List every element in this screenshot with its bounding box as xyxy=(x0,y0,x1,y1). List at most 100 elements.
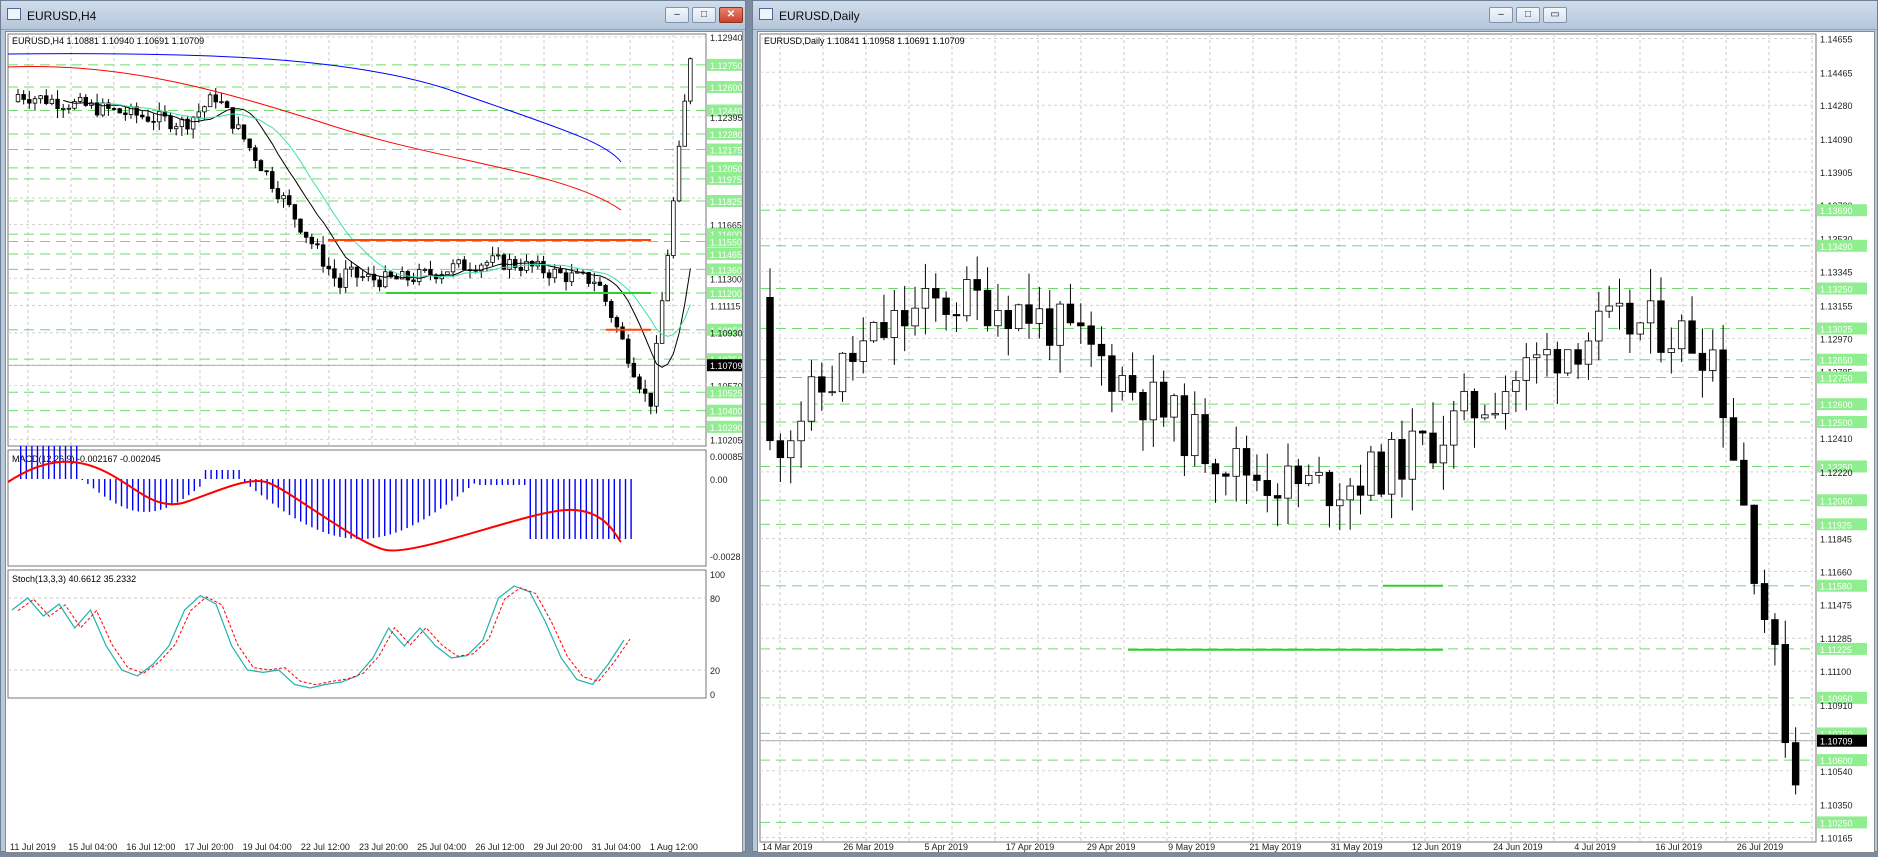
time-tick-label: 26 Jul 12:00 xyxy=(475,842,524,852)
close-button[interactable]: ✕ xyxy=(719,7,743,23)
time-tick-label: 21 May 2019 xyxy=(1249,842,1301,852)
candle-body xyxy=(569,272,574,283)
h4-chart-area[interactable]: 1.12940 1.12750 1.12600 1.12440 1.12395 1.122… xyxy=(5,31,757,853)
candle-body xyxy=(932,288,940,299)
price-tick-label: 1.12750 xyxy=(710,61,742,71)
candle-body xyxy=(787,440,795,459)
stochastic-tick-label: 80 xyxy=(710,594,720,604)
candle-body xyxy=(1677,320,1686,350)
time-tick-label: 9 May 2019 xyxy=(1168,842,1215,852)
minimize-button[interactable]: – xyxy=(1489,7,1513,23)
price-tick-label: 1.10290 xyxy=(710,423,742,433)
macd-histogram-bar xyxy=(395,479,397,533)
stochastic-pane xyxy=(7,569,707,699)
chart-window-icon xyxy=(759,8,773,20)
macd-histogram-bar xyxy=(132,479,134,511)
macd-histogram-bar xyxy=(328,479,330,534)
candle-body xyxy=(1750,504,1758,584)
daily-chart-svg[interactable]: 1.146551.144651.142801.140901.139051.137… xyxy=(758,32,1874,852)
candle-body xyxy=(292,204,298,220)
macd-histogram-bar xyxy=(367,479,369,539)
macd-histogram-bar xyxy=(48,446,50,479)
candle-body xyxy=(869,322,878,342)
macd-histogram-bar xyxy=(154,479,156,512)
current-price-label: 1.10709 xyxy=(710,361,742,371)
price-tick-label: 1.12220 xyxy=(1820,468,1853,478)
time-tick-label: 16 Jul 12:00 xyxy=(126,842,175,852)
stochastic-tick-label: 0 xyxy=(710,690,715,700)
candle-body xyxy=(354,266,360,278)
price-tick-label: 1.10400 xyxy=(710,407,742,417)
candle-body xyxy=(270,171,275,189)
candle-body xyxy=(213,94,218,103)
macd-histogram-bar xyxy=(109,479,111,501)
price-tick-label: 1.11115 xyxy=(710,301,741,311)
restore-button[interactable]: ▭ xyxy=(1543,7,1567,23)
candle-body xyxy=(1605,305,1613,312)
price-tick-label: 1.12395 xyxy=(710,113,742,123)
candle-body xyxy=(60,107,66,110)
candle-body xyxy=(1532,354,1541,359)
window-title: EURUSD,H4 xyxy=(27,9,97,23)
price-tick-label: 1.11465 xyxy=(710,250,742,260)
time-tick-label: 24 Jun 2019 xyxy=(1493,842,1543,852)
candle-body xyxy=(849,352,857,362)
price-tick-label: 1.11975 xyxy=(710,175,742,185)
daily-chart-window[interactable]: EURUSD,Daily – □ ▭ 1.14655 1.14465 1.14280… xyxy=(752,0,1878,853)
macd-histogram-bar xyxy=(384,479,386,536)
candle-body xyxy=(55,98,60,109)
candle-body xyxy=(994,309,1002,327)
macd-histogram-bar xyxy=(602,479,604,539)
candle-body xyxy=(360,276,365,278)
macd-histogram-bar xyxy=(115,479,117,504)
macd-histogram-bar xyxy=(507,479,509,485)
candle-body xyxy=(609,301,614,318)
price-tick-label: 1.12850 xyxy=(1820,356,1853,366)
h4-chart-svg[interactable]: 1.129401.127501.126001.124401.123951.122… xyxy=(6,32,757,852)
macd-histogram-bar xyxy=(552,479,554,539)
candle-body xyxy=(659,300,665,344)
macd-histogram-bar xyxy=(148,479,151,512)
candle-body xyxy=(1398,439,1406,480)
time-tick-label: 4 Jul 2019 xyxy=(1574,842,1616,852)
candle-body xyxy=(1253,474,1261,481)
candle-body xyxy=(224,101,230,108)
candle-body xyxy=(688,58,693,102)
time-tick-label: 31 Jul 04:00 xyxy=(592,842,641,852)
macd-histogram-bar xyxy=(193,479,195,492)
candle-body xyxy=(838,352,847,393)
macd-histogram-bar xyxy=(249,479,251,487)
price-tick-label: 1.11550 xyxy=(710,237,742,247)
candle-body xyxy=(1408,430,1417,480)
window-titlebar[interactable]: EURUSD,Daily – □ ▭ xyxy=(753,1,1877,30)
candle-body xyxy=(219,101,224,104)
price-tick-label: 1.12280 xyxy=(710,130,742,140)
candle-body xyxy=(27,99,32,104)
maximize-button[interactable]: □ xyxy=(1516,7,1540,23)
candle-body xyxy=(1418,430,1427,434)
candle-body xyxy=(38,95,43,100)
candle-body xyxy=(207,94,213,108)
h4-chart-window[interactable]: EURUSD,H4 – □ ✕ 1.12940 1.12750 1.12600 1.1… xyxy=(0,0,757,853)
stochastic-tick-label: 100 xyxy=(710,570,725,580)
macd-histogram-bar xyxy=(378,479,380,538)
price-tick-label: 1.12940 xyxy=(710,33,742,43)
candle-body xyxy=(952,314,961,317)
candle-body xyxy=(377,279,382,288)
candle-body xyxy=(776,440,785,459)
daily-chart-area[interactable]: 1.146551.144651.142801.140901.139051.137… xyxy=(757,31,1875,853)
macd-histogram-bar xyxy=(210,470,212,479)
minimize-button[interactable]: – xyxy=(665,7,689,23)
macd-histogram-bar xyxy=(479,479,481,485)
macd-histogram-bar xyxy=(613,479,615,539)
candle-body xyxy=(1709,349,1717,371)
candle-body xyxy=(303,231,309,238)
candle-body xyxy=(264,170,269,173)
price-tick-label: 1.10165 xyxy=(1820,834,1853,844)
window-titlebar[interactable]: EURUSD,H4 – □ ✕ xyxy=(1,1,745,30)
candle-body xyxy=(1046,308,1054,346)
candle-body xyxy=(625,338,631,364)
candle-body xyxy=(1097,343,1106,357)
macd-histogram-bar xyxy=(580,479,582,539)
maximize-button[interactable]: □ xyxy=(692,7,716,23)
